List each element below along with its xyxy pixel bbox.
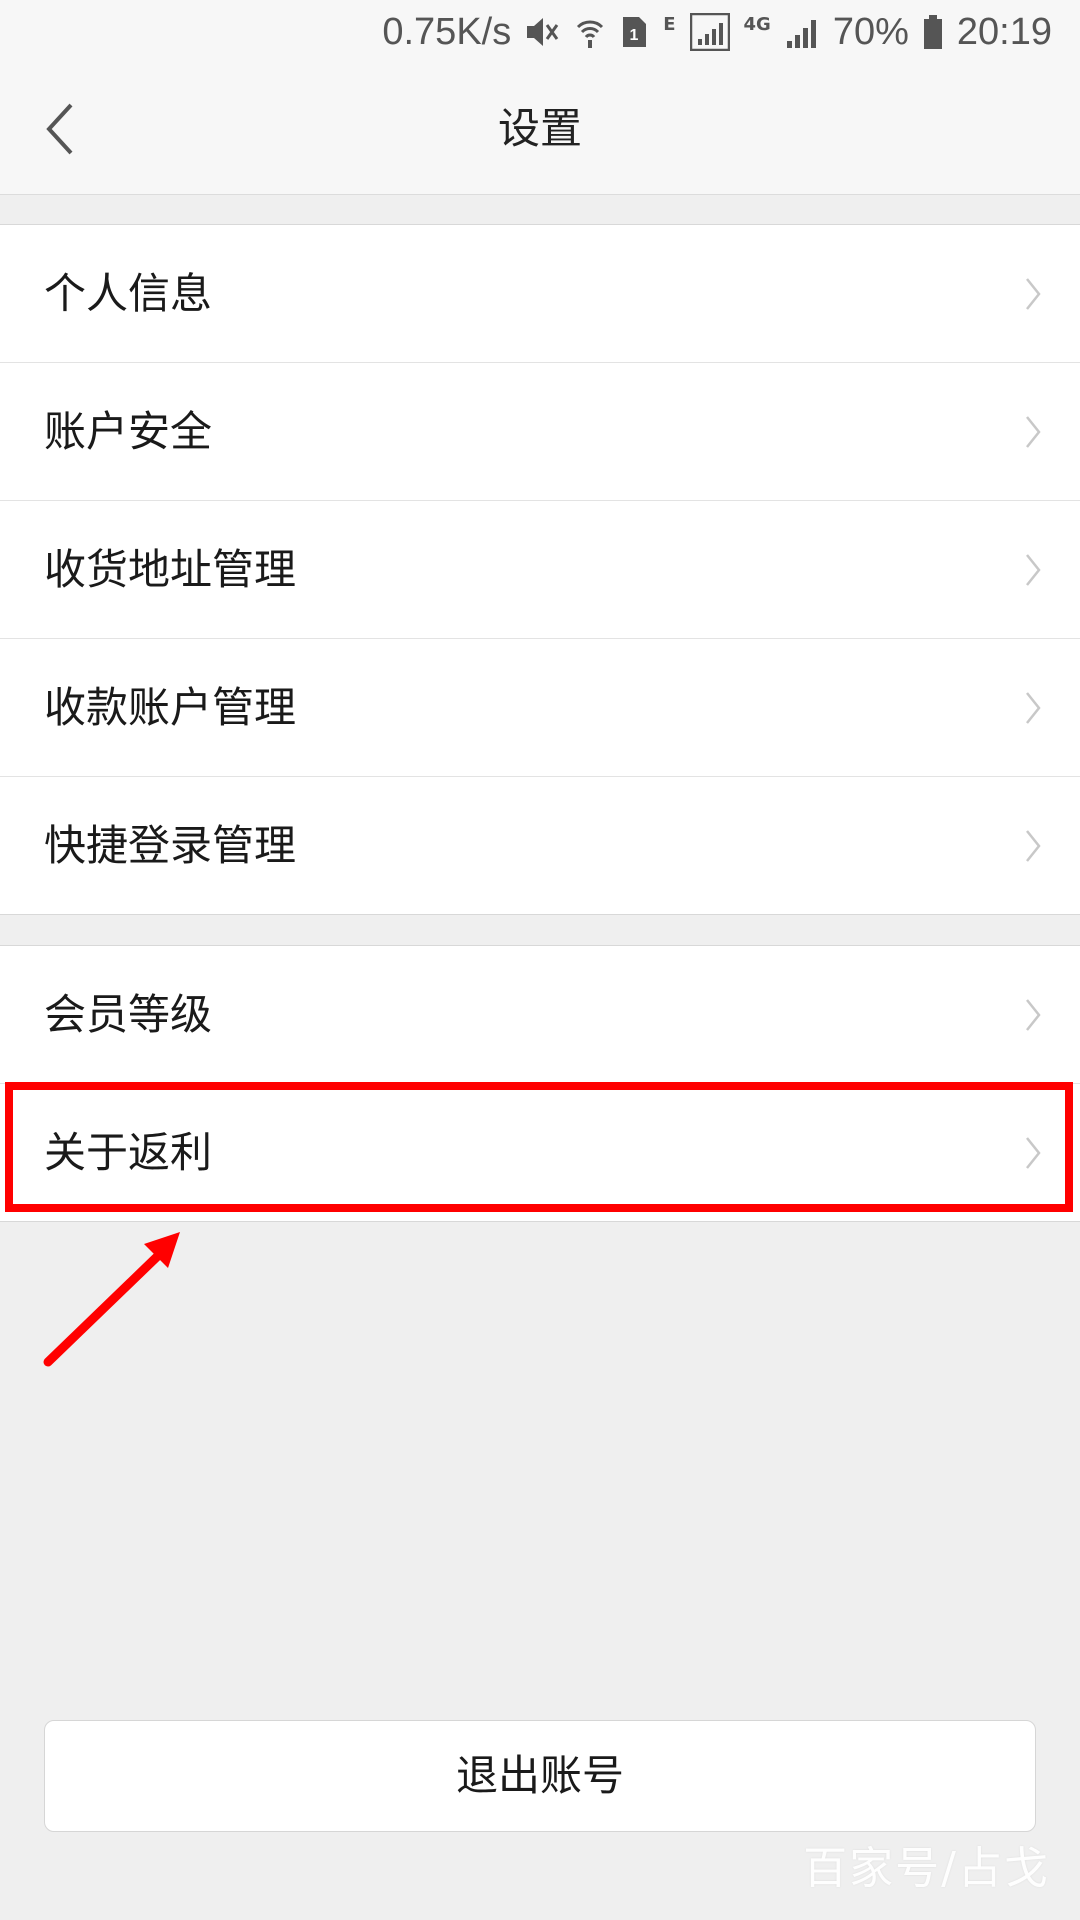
settings-item-label: 快捷登录管理: [44, 821, 297, 870]
signal-icon: [689, 13, 730, 51]
clock: 20:19: [956, 10, 1052, 53]
settings-group-about: 会员等级 关于返利: [0, 945, 1080, 1222]
title-bar: 设置: [0, 64, 1080, 195]
settings-group-account: 个人信息 账户安全 收货地址管理 收款账户管理 快捷登录管理: [0, 224, 1080, 915]
settings-item-payment-account[interactable]: 收款账户管理: [0, 639, 1080, 777]
settings-screen: 0.75K/s 1 E 4G 70% 20:19 设置 个人信息 账户安全 收货…: [0, 0, 1080, 1920]
battery-percent: 70%: [832, 10, 909, 53]
network-type-e: E: [663, 14, 676, 35]
svg-text:1: 1: [630, 27, 639, 44]
chevron-right-icon: [1022, 1133, 1044, 1173]
mute-icon: [525, 15, 561, 49]
settings-item-about[interactable]: 关于返利: [0, 1084, 1080, 1221]
watermark: 百家号/占戈: [803, 1843, 1050, 1894]
battery-icon: [923, 14, 943, 50]
network-speed: 0.75K/s: [382, 10, 512, 53]
settings-item-label: 个人信息: [44, 269, 213, 318]
settings-item-label: 账户安全: [44, 407, 213, 456]
settings-item-personal-info[interactable]: 个人信息: [0, 225, 1080, 363]
status-bar: 0.75K/s 1 E 4G 70% 20:19: [0, 0, 1080, 64]
settings-item-shipping-address[interactable]: 收货地址管理: [0, 501, 1080, 639]
logout-button[interactable]: 退出账号: [44, 1720, 1036, 1832]
settings-item-label: 会员等级: [44, 990, 213, 1039]
network-type-4g: 4G: [743, 14, 771, 35]
chevron-right-icon: [1022, 688, 1044, 728]
settings-item-label: 收款账户管理: [44, 683, 297, 732]
chevron-right-icon: [1022, 274, 1044, 314]
wifi-icon: [575, 15, 605, 49]
settings-item-quick-login[interactable]: 快捷登录管理: [0, 777, 1080, 914]
settings-item-account-security[interactable]: 账户安全: [0, 363, 1080, 501]
settings-item-membership-level[interactable]: 会员等级: [0, 946, 1080, 1084]
signal-icon: [785, 14, 819, 50]
sim-icon: 1: [619, 15, 649, 49]
settings-item-label: 收货地址管理: [44, 545, 297, 594]
chevron-right-icon: [1022, 412, 1044, 452]
settings-item-label: 关于返利: [44, 1128, 213, 1177]
chevron-right-icon: [1022, 826, 1044, 866]
chevron-right-icon: [1022, 550, 1044, 590]
page-title: 设置: [497, 104, 582, 153]
chevron-right-icon: [1022, 995, 1044, 1035]
